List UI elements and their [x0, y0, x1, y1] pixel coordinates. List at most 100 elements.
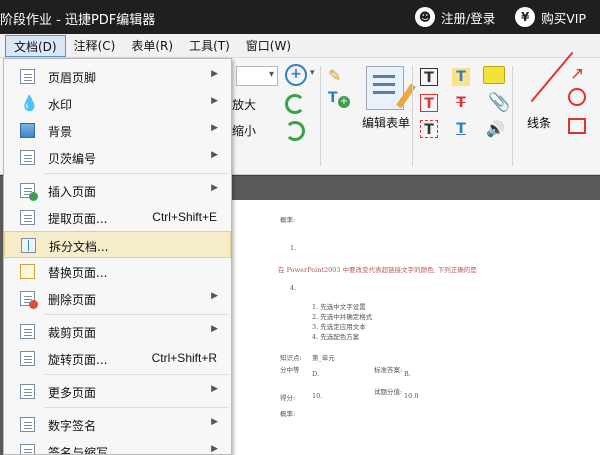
- menu-separator: [44, 173, 229, 174]
- strikeout-icon[interactable]: T: [452, 94, 470, 112]
- buy-vip-link[interactable]: 购买VIP: [541, 8, 586, 27]
- digital-signature-icon: [20, 417, 35, 432]
- page-line: 1.: [290, 244, 297, 252]
- page-line: 概率:: [280, 216, 296, 224]
- zoom-select[interactable]: [236, 66, 278, 86]
- zoom-out-label[interactable]: 缩小: [232, 122, 256, 139]
- submenu-arrow-icon: ▶: [211, 150, 218, 160]
- header-footer-icon: [20, 69, 35, 84]
- zoom-dropdown-icon[interactable]: ▾: [310, 68, 315, 78]
- menu-item-label: 拆分文档...: [49, 240, 109, 254]
- split-document-icon: [21, 238, 36, 253]
- typewriter-icon[interactable]: T: [420, 120, 438, 138]
- ribbon-divider: [412, 66, 413, 166]
- menu-item-shortcut: Ctrl+Shift+R: [151, 351, 217, 365]
- more-pages-icon: [20, 384, 35, 399]
- page-line: 4.: [290, 284, 297, 292]
- line-tool-icon[interactable]: [530, 51, 574, 103]
- page-line: B.: [404, 370, 411, 378]
- menu-item-label: 裁剪页面: [48, 326, 97, 340]
- note-icon[interactable]: [483, 66, 505, 84]
- menu-item-rotate-page[interactable]: 旋转页面... Ctrl+Shift+R: [4, 345, 231, 372]
- menu-item-insert-page[interactable]: 插入页面 ▶: [4, 177, 231, 204]
- crop-page-icon: [20, 324, 35, 339]
- delete-page-icon: [20, 291, 38, 309]
- attachment-icon[interactable]: 📎: [488, 92, 510, 113]
- extract-page-icon: [20, 210, 35, 225]
- menu-item-label: 插入页面: [48, 185, 97, 199]
- menu-separator: [44, 407, 229, 408]
- menu-item-extract-page[interactable]: 提取页面... Ctrl+Shift+E: [4, 204, 231, 231]
- submenu-arrow-icon: ▶: [211, 291, 218, 301]
- submenu-arrow-icon: ▶: [211, 384, 218, 394]
- menu-item-replace-page[interactable]: 替换页面...: [4, 258, 231, 285]
- page-line: 第_单元: [312, 354, 335, 362]
- submenu-arrow-icon: ▶: [211, 417, 218, 427]
- submenu-arrow-icon: ▶: [211, 123, 218, 133]
- yen-icon[interactable]: ¥: [515, 7, 536, 27]
- highlight-text-icon[interactable]: T: [452, 68, 470, 86]
- zoom-in-icon[interactable]: +: [285, 64, 307, 86]
- signature-initials-icon: [20, 444, 35, 454]
- menu-item-shortcut: Ctrl+Shift+E: [152, 210, 217, 224]
- lines-button[interactable]: 线条: [527, 114, 551, 131]
- window-title: 阶段作业 - 迅捷PDF编辑器: [0, 13, 156, 28]
- menu-item-signature-initials[interactable]: 签名与缩写 ▶: [4, 438, 231, 455]
- page-line: 分中等: [280, 366, 300, 374]
- replace-page-icon: [20, 264, 35, 279]
- menu-form[interactable]: 表单(R): [123, 35, 181, 57]
- rotate-right-icon[interactable]: [285, 121, 305, 141]
- menu-item-split-document[interactable]: 拆分文档...: [4, 231, 231, 258]
- menu-item-crop-page[interactable]: 裁剪页面 ▶: [4, 318, 231, 345]
- menu-tools[interactable]: 工具(T): [181, 35, 238, 57]
- underline-icon[interactable]: T: [452, 120, 470, 138]
- page-line: 在 PowerPoint2003 中要改变代表超链接文字的颜色, 下列正确的是: [278, 266, 477, 274]
- rectangle-tool-icon[interactable]: [568, 118, 586, 134]
- page-line: D.: [312, 370, 320, 378]
- page-line: 标准答案:: [374, 366, 403, 374]
- arrow-tool-icon[interactable]: ↗: [570, 64, 584, 84]
- text-box-icon[interactable]: T: [420, 68, 438, 86]
- menu-item-label: 签名与缩写: [48, 446, 109, 455]
- submenu-arrow-icon: ▶: [211, 96, 218, 106]
- menu-item-label: 替换页面...: [48, 266, 108, 280]
- page-line: 1. 先选中文字设置: [312, 303, 366, 311]
- page-line: 知识点:: [280, 354, 302, 362]
- menu-item-watermark[interactable]: 💧 水印 ▶: [4, 90, 231, 117]
- menu-item-more-pages[interactable]: 更多页面 ▶: [4, 378, 231, 405]
- page-line: 概率:: [280, 410, 296, 418]
- menu-item-bates-number[interactable]: 贝茨编号 ▶: [4, 144, 231, 171]
- user-icon[interactable]: ☻: [415, 7, 435, 27]
- page-line: 10.0: [404, 392, 419, 400]
- watermark-icon: 💧: [20, 94, 39, 112]
- edit-form-icon[interactable]: [366, 66, 404, 110]
- zoom-in-label[interactable]: 放大: [232, 96, 256, 113]
- text-select-icon[interactable]: T: [328, 90, 338, 106]
- pdf-page[interactable]: 概率: 1. 在 PowerPoint2003 中要改变代表超链接文字的颜色, …: [232, 200, 600, 455]
- menu-item-delete-page[interactable]: 删除页面 ▶: [4, 285, 231, 312]
- menu-item-background[interactable]: 背景 ▶: [4, 117, 231, 144]
- menu-separator: [44, 314, 229, 315]
- rotate-left-icon[interactable]: [285, 94, 305, 114]
- select-tool-icon[interactable]: ✎: [328, 66, 341, 85]
- page-line: 3. 先选定应用文本: [312, 323, 366, 331]
- ellipse-tool-icon[interactable]: [568, 88, 586, 106]
- callout-icon[interactable]: T: [420, 94, 438, 112]
- bates-number-icon: [20, 150, 35, 165]
- menu-document[interactable]: 文档(D): [5, 34, 66, 57]
- add-field-icon[interactable]: +: [338, 96, 350, 108]
- edit-form-button[interactable]: 编辑表单: [362, 114, 410, 131]
- menu-item-header-footer[interactable]: 页眉页脚 ▶: [4, 63, 231, 90]
- menu-window[interactable]: 窗口(W): [238, 35, 299, 57]
- menu-annotation[interactable]: 注释(C): [66, 35, 124, 57]
- page-line: 2. 先选中并确定格式: [312, 313, 373, 321]
- menu-item-label: 背景: [48, 125, 73, 139]
- page-line: 4. 先选配色方案: [312, 333, 360, 341]
- ribbon-divider: [320, 66, 321, 166]
- login-link[interactable]: 注册/登录: [441, 8, 495, 27]
- sound-icon[interactable]: 🔊: [486, 120, 505, 138]
- document-menu-dropdown: 页眉页脚 ▶ 💧 水印 ▶ 背景 ▶ 贝茨编号 ▶ 插入页面 ▶ 提取页面...…: [3, 58, 232, 455]
- menu-item-label: 提取页面...: [48, 212, 108, 226]
- submenu-arrow-icon: ▶: [211, 444, 218, 454]
- menu-item-digital-signature[interactable]: 数字签名 ▶: [4, 411, 231, 438]
